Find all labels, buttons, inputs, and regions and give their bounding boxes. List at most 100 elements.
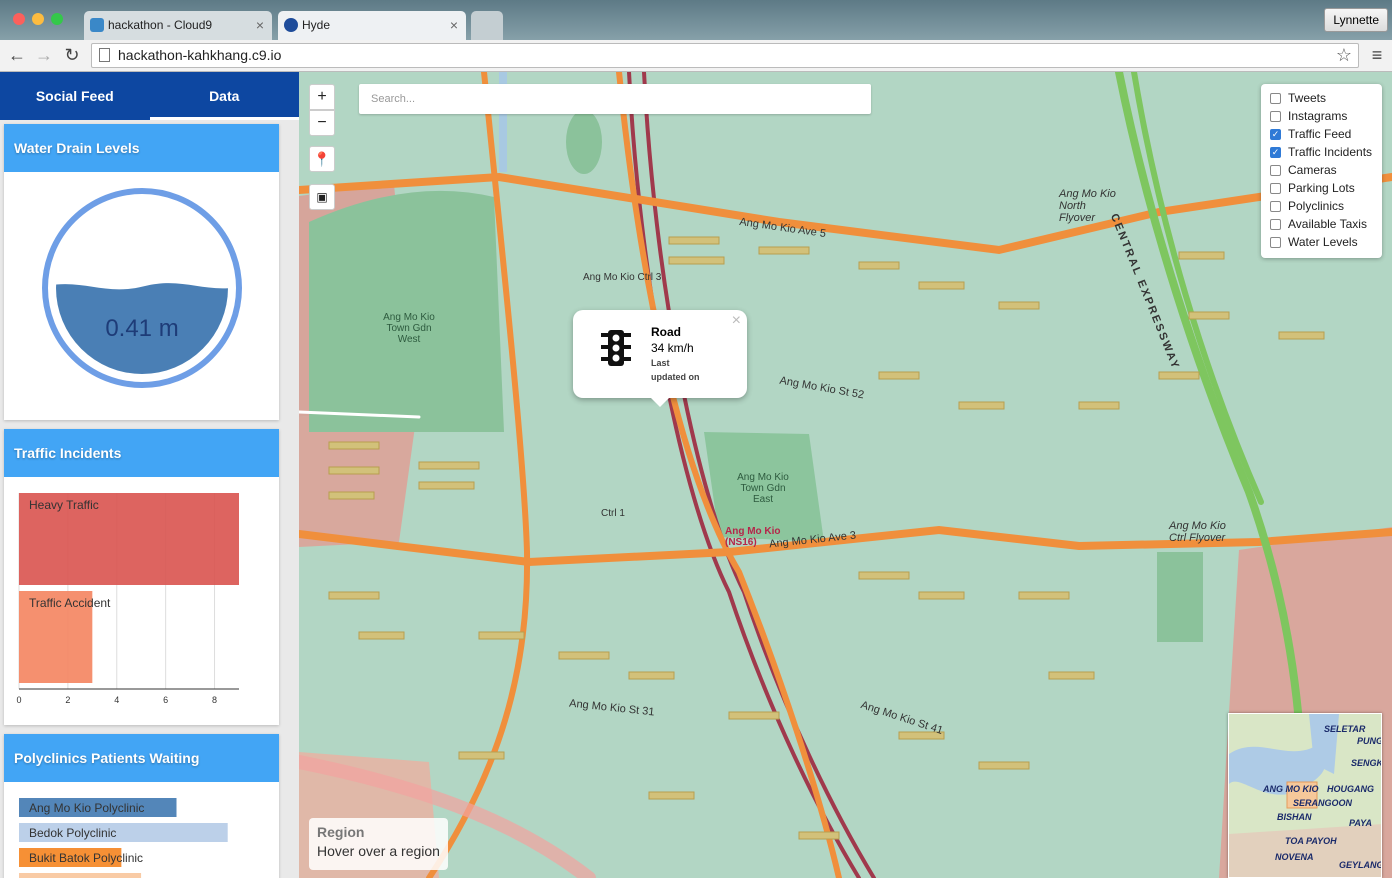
hyde-favicon-icon [284, 18, 298, 32]
locate-pin-icon[interactable]: 📍 [309, 146, 335, 172]
maximize-window-icon[interactable] [51, 13, 63, 25]
checkbox[interactable]: ✓ [1270, 128, 1281, 140]
user-profile-button[interactable]: Lynnette [1324, 8, 1388, 32]
traffic-popup: Road 34 km/h Last updated on × [573, 310, 747, 407]
region-info: Region Hover over a region [309, 818, 448, 870]
minimap-label: TOA PAYOH [1285, 836, 1337, 846]
checkbox[interactable] [1270, 236, 1281, 248]
address-bar[interactable]: hackathon-kahkhang.c9.io ☆ [91, 43, 1359, 68]
polyclinics-chart: Ang Mo Kio Polyclinic Bedok Polyclinic Buk… [19, 798, 228, 878]
reload-icon[interactable]: ↻ [61, 44, 83, 66]
minimap-label: BISHAN [1277, 812, 1312, 822]
road-label-ctrl3: Ang Mo Kio Ctrl 3 [583, 272, 662, 283]
sidebar-tabs: Social Feed Data [0, 72, 299, 120]
water-level-value: 0.41 m [105, 315, 178, 342]
traffic-light-icon [601, 330, 631, 366]
layer-toggle[interactable]: ✓ Traffic Feed [1270, 125, 1382, 143]
bar[interactable] [19, 873, 142, 878]
layer-label: Traffic Feed [1288, 127, 1352, 141]
layer-toggle[interactable]: Cameras [1270, 161, 1382, 179]
stadium [566, 110, 602, 174]
card-title: Water Drain Levels [4, 124, 279, 172]
minimap-label: NOVENA [1275, 852, 1314, 862]
menu-icon[interactable]: ≡ [1366, 44, 1388, 66]
layer-toggle[interactable]: Tweets [1270, 89, 1382, 107]
back-arrow-icon[interactable]: ← [6, 44, 28, 66]
zoom-out-button[interactable]: − [309, 110, 335, 136]
park-label-west: Ang Mo Kio Town Gdn West [383, 312, 435, 345]
x-tick-label: 4 [114, 695, 119, 705]
bar-label: Bedok Polyclinic [29, 826, 116, 840]
polyclinics-card: Polyclinics Patients Waiting Ang Mo Kio … [4, 734, 279, 878]
url-text: hackathon-kahkhang.c9.io [118, 47, 282, 63]
page-icon [99, 48, 110, 62]
park-label-east: Ang Mo Kio Town Gdn East [737, 472, 789, 505]
checkbox[interactable]: ✓ [1270, 146, 1281, 158]
commercial-area-w [299, 412, 417, 547]
minimap[interactable]: SELETAR PUNG SENGK ANG MO KIO HOUGANG SERANGO… [1228, 713, 1382, 878]
bookmark-star-icon[interactable]: ☆ [1336, 44, 1352, 67]
layer-label: Polyclinics [1288, 199, 1345, 213]
close-window-icon[interactable] [13, 13, 25, 25]
layer-label: Tweets [1288, 91, 1327, 105]
minimap-label: SELETAR [1324, 724, 1366, 734]
minimap-label: PUNG [1357, 736, 1382, 746]
layer-label: Parking Lots [1288, 181, 1355, 195]
x-tick-label: 6 [163, 695, 168, 705]
browser-tab-cloud9[interactable]: hackathon - Cloud9 × [84, 11, 272, 40]
minimap-label: SENGK [1351, 758, 1382, 768]
popup-speed: 34 km/h [651, 341, 694, 355]
layer-control: Tweets Instagrams ✓ Traffic Feed ✓ Traffic In… [1261, 84, 1382, 258]
x-tick-label: 8 [212, 695, 217, 705]
x-tick-label: 0 [16, 695, 21, 705]
minimap-label: PAYA [1349, 818, 1373, 828]
layer-toggle[interactable]: Instagrams [1270, 107, 1382, 125]
tab-title: Hyde [302, 18, 331, 32]
checkbox[interactable] [1270, 92, 1281, 104]
bar-label: Ang Mo Kio Polyclinic [29, 801, 144, 815]
layer-toggle[interactable]: Water Levels [1270, 233, 1382, 251]
layer-label: Instagrams [1288, 109, 1348, 123]
ctrl-flyover-label: Ang Mo Kio Ctrl Flyover [1169, 520, 1226, 544]
checkbox[interactable] [1270, 200, 1281, 212]
minimize-window-icon[interactable] [32, 13, 44, 25]
forward-arrow-icon[interactable]: → [33, 44, 55, 66]
tab-data[interactable]: Data [149, 72, 299, 120]
popup-updated: updated on [651, 372, 700, 382]
close-tab-icon[interactable]: × [450, 11, 458, 39]
layer-toggle[interactable]: ✓ Traffic Incidents [1270, 143, 1382, 161]
region-title: Region [317, 824, 365, 840]
browser-titlebar: hackathon - Cloud9 × Hyde × Lynnette [0, 0, 1392, 40]
checkbox[interactable] [1270, 182, 1281, 194]
popup-last: Last [651, 358, 670, 368]
browser-tab-hyde[interactable]: Hyde × [278, 11, 466, 40]
road-label-ctrl1: Ctrl 1 [601, 508, 625, 519]
sidebar: Social Feed Data Water Drain Levels 0.41… [0, 72, 299, 878]
layer-toggle[interactable]: Parking Lots [1270, 179, 1382, 197]
map-search-input[interactable]: Search... [359, 84, 871, 114]
map[interactable]: Ang Mo Kio Town Gdn West Ang Mo Kio Town… [299, 72, 1392, 878]
new-tab-button[interactable] [471, 11, 503, 40]
checkbox[interactable] [1270, 164, 1281, 176]
region-text: Hover over a region [317, 843, 440, 859]
traffic-incidents-chart: 0 2 4 6 8 Heavy Traffic Traffic Accident [16, 493, 239, 705]
browser-toolbar: ← → ↻ hackathon-kahkhang.c9.io ☆ ≡ [0, 40, 1392, 72]
water-gauge: 0.41 m [42, 188, 242, 388]
layer-toggle[interactable]: Available Taxis [1270, 215, 1382, 233]
tab-title: hackathon - Cloud9 [108, 18, 213, 32]
layer-toggle[interactable]: Polyclinics [1270, 197, 1382, 215]
image-layer-icon[interactable]: ▣ [309, 184, 335, 210]
checkbox[interactable] [1270, 218, 1281, 230]
layer-label: Cameras [1288, 163, 1337, 177]
minimap-label: SERANGOON [1293, 798, 1353, 808]
checkbox[interactable] [1270, 110, 1281, 122]
card-title: Polyclinics Patients Waiting [4, 734, 279, 782]
minimap-label: GEYLANG [1339, 860, 1382, 870]
zoom-in-button[interactable]: + [309, 84, 335, 110]
cloud9-favicon-icon [90, 18, 104, 32]
close-tab-icon[interactable]: × [256, 11, 264, 39]
traffic-incidents-card: Traffic Incidents 0 2 4 6 8 Heavy Traffic Traf… [4, 429, 279, 725]
tab-social-feed[interactable]: Social Feed [0, 72, 150, 120]
popup-close-icon[interactable]: × [732, 312, 741, 330]
layer-label: Traffic Incidents [1288, 145, 1373, 159]
